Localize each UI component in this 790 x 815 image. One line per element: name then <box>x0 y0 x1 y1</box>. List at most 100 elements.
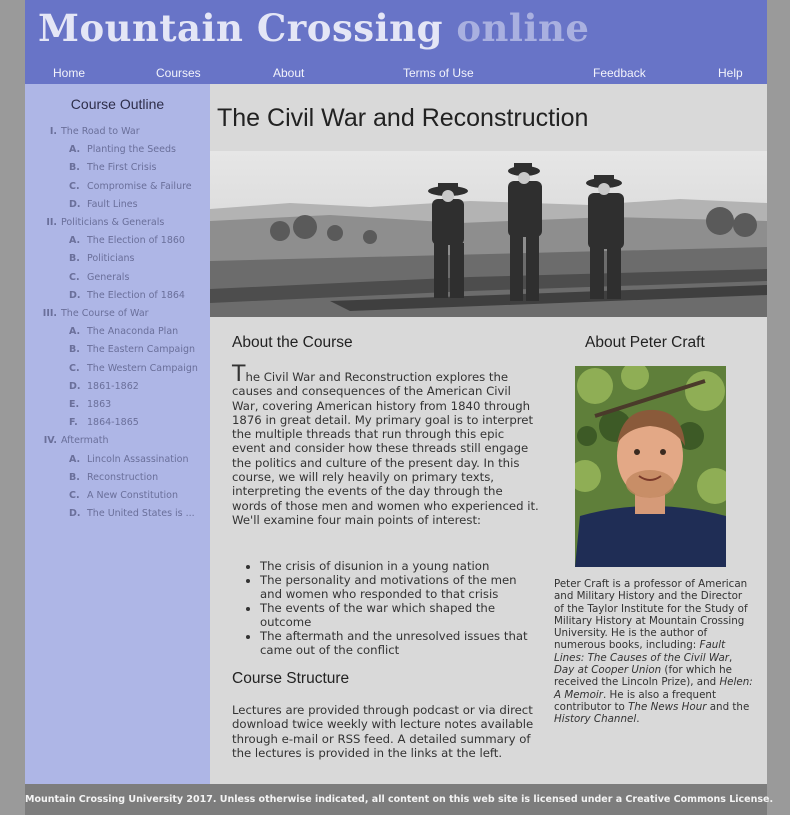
outline-label: Compromise & Failure <box>87 180 192 192</box>
site-logo-title[interactable]: Mountain Crossing online <box>38 6 589 50</box>
outline-number: C. <box>69 271 80 283</box>
main-content: The Civil War and Reconstruction About t… <box>210 84 767 784</box>
outline-label: Politicians <box>87 253 135 265</box>
outline-number: B. <box>69 344 80 356</box>
outline-topic-link[interactable]: B. The Eastern Campaign <box>69 344 195 355</box>
outline-label: The Election of 1860 <box>87 235 185 247</box>
outline-section-link[interactable]: IV. Aftermath <box>39 435 109 447</box>
outline-section-link[interactable]: II. Politicians & Generals <box>39 217 164 228</box>
outline-topic-link[interactable]: B. Reconstruction <box>69 472 158 483</box>
outline-label: 1861-1862 <box>87 380 139 392</box>
outline-label: The Western Campaign <box>87 362 198 374</box>
instructor-bio: Peter Craft is a professor of American a… <box>554 578 754 726</box>
outline-label: Aftermath <box>61 435 109 447</box>
outline-number: A. <box>69 453 81 465</box>
list-item: The crisis of disunion in a young nation <box>260 559 542 573</box>
outline-number: II. <box>46 217 57 228</box>
outline-number: I. <box>49 126 57 137</box>
outline-topic-link[interactable]: D. The Election of 1864 <box>69 290 185 301</box>
outline-number: C. <box>69 490 80 501</box>
outline-number: E. <box>69 399 80 410</box>
outline-label: Fault Lines <box>87 198 138 210</box>
list-item: The events of the war which shaped the o… <box>260 601 542 629</box>
outline-topic-link[interactable]: C. Generals <box>69 272 129 283</box>
outline-number: A. <box>69 235 81 247</box>
outline-number: D. <box>69 289 81 301</box>
site-title-suffix: online <box>456 6 590 50</box>
page-title: The Civil War and Reconstruction <box>217 104 589 132</box>
outline-label: The United States is ... <box>87 508 195 520</box>
nav-feedback-link[interactable]: Feedback <box>593 66 646 80</box>
about-course-heading: About the Course <box>232 334 353 351</box>
outline-label: A New Constitution <box>87 490 178 501</box>
footer-license-text: Mountain Crossing University 2017. Unles… <box>25 794 774 805</box>
outline-number: IV. <box>43 435 57 447</box>
outline-topic-link[interactable]: E. 1863 <box>69 399 111 410</box>
course-structure-heading: Course Structure <box>232 670 350 687</box>
outline-topic-link[interactable]: A. The Anaconda Plan <box>69 326 178 337</box>
nav-home-link[interactable]: Home <box>53 66 85 80</box>
outline-label: 1863 <box>87 399 112 410</box>
outline-label: The Election of 1864 <box>87 289 185 301</box>
outline-number: F. <box>69 417 78 429</box>
outline-label: The First Crisis <box>87 162 157 174</box>
outline-number: C. <box>69 180 80 192</box>
outline-topic-link[interactable]: A. Lincoln Assassination <box>69 454 188 465</box>
outline-number: D. <box>69 198 81 210</box>
hero-photo-soldiers <box>210 151 767 317</box>
outline-label: Generals <box>87 271 130 283</box>
outline-topic-link[interactable]: D. 1861-1862 <box>69 381 139 392</box>
outline-number: C. <box>69 362 80 374</box>
about-instructor-heading: About Peter Craft <box>585 334 705 351</box>
outline-label: Lincoln Assassination <box>87 453 189 465</box>
outline-topic-link[interactable]: B. The First Crisis <box>69 162 156 173</box>
nav-help-link[interactable]: Help <box>718 66 743 80</box>
outline-topic-link[interactable]: B. Politicians <box>69 253 135 264</box>
outline-topic-link[interactable]: A. The Election of 1860 <box>69 235 185 246</box>
outline-label: The Road to War <box>61 126 140 137</box>
page: Mountain Crossing online Home Courses Ab… <box>25 0 774 815</box>
course-structure-text: Lectures are provided through podcast or… <box>232 703 534 760</box>
outline-section-link[interactable]: III. The Course of War <box>39 308 149 319</box>
outline-number: A. <box>69 326 81 338</box>
outline-number: D. <box>69 508 81 520</box>
site-header: Mountain Crossing online Home Courses Ab… <box>25 0 767 84</box>
course-outline-sidebar: Course Outline I. The Road to War A. Planti… <box>25 84 210 784</box>
bio-text: . <box>636 713 640 726</box>
site-footer: Mountain Crossing University 2017. Unles… <box>25 784 774 815</box>
outline-number: III. <box>42 308 57 319</box>
outline-section-link[interactable]: I. The Road to War <box>39 126 140 137</box>
outline-topic-link[interactable]: D. Fault Lines <box>69 199 138 210</box>
outline-topic-link[interactable]: C. A New Constitution <box>69 490 178 501</box>
outline-topic-link[interactable]: C. Compromise & Failure <box>69 181 192 192</box>
outline-label: Planting the Seeds <box>87 144 176 156</box>
intro-dropcap: T <box>232 362 246 387</box>
show-title: History Channel <box>554 713 637 726</box>
outline-number: B. <box>69 253 80 265</box>
nav-courses-link[interactable]: Courses <box>156 66 201 80</box>
outline-number: A. <box>69 144 81 156</box>
list-item: The personality and motivations of the m… <box>260 573 542 601</box>
outline-number: D. <box>69 380 81 392</box>
nav-about-link[interactable]: About <box>273 66 304 80</box>
site-title-main: Mountain Crossing <box>38 6 443 50</box>
outline-label: 1864-1865 <box>87 417 139 429</box>
outline-number: B. <box>69 162 80 174</box>
nav-terms-link[interactable]: Terms of Use <box>403 66 474 80</box>
outline-topic-link[interactable]: D. The United States is ... <box>69 508 195 519</box>
book-title: Day at Cooper Union <box>554 664 662 677</box>
outline-topic-link[interactable]: A. Planting the Seeds <box>69 144 176 155</box>
bio-text: and the <box>706 700 750 713</box>
main-nav: Home Courses About Terms of Use Feedback… <box>25 66 767 84</box>
outline-label: Politicians & Generals <box>61 217 165 228</box>
outline-topic-link[interactable]: C. The Western Campaign <box>69 363 198 374</box>
outline-label: Reconstruction <box>87 471 159 483</box>
outline-topic-link[interactable]: F. 1864-1865 <box>69 417 139 428</box>
outline-number: B. <box>69 471 80 483</box>
show-title: The News Hour <box>628 700 707 713</box>
course-intro-text: The Civil War and Reconstruction explore… <box>232 364 540 527</box>
list-item: The aftermath and the unresolved issues … <box>260 629 542 657</box>
outline-label: The Anaconda Plan <box>87 326 179 338</box>
points-of-interest-list: The crisis of disunion in a young nation… <box>232 559 542 657</box>
sidebar-title: Course Outline <box>70 96 165 112</box>
